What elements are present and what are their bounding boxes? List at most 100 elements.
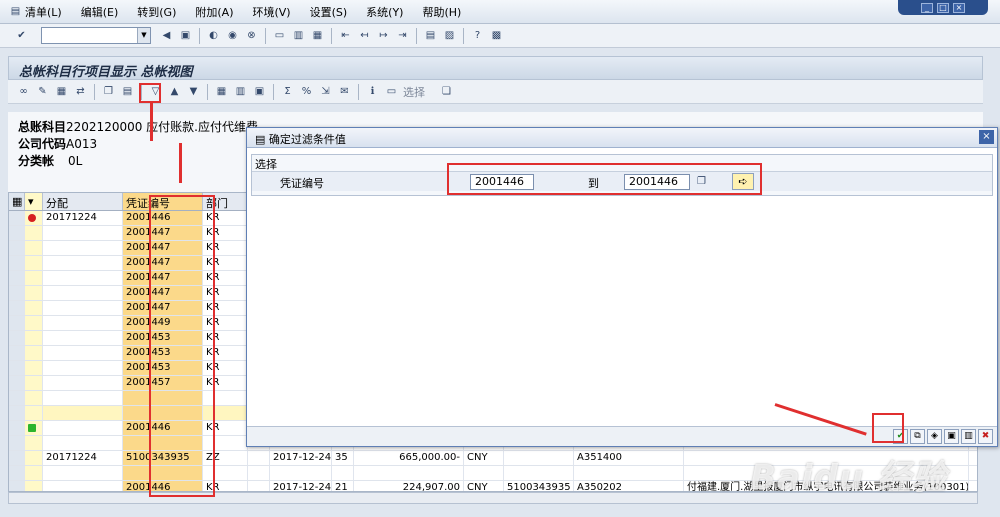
cell-allocation (43, 376, 123, 390)
cell-allocation: 20171224 (43, 211, 123, 225)
table-icon[interactable]: ▦ (214, 84, 229, 99)
dialog-icon: ▤ (255, 133, 269, 146)
copy-icon[interactable]: ❐ (101, 84, 116, 99)
menu-system[interactable]: 系统(Y) (366, 4, 403, 20)
cell-allocation (43, 331, 123, 345)
cell-amount (354, 466, 464, 480)
company-value: A013 (66, 137, 98, 151)
last-page-icon[interactable]: ⇥ (395, 28, 410, 43)
menu-edit[interactable]: 编辑(E) (81, 4, 119, 20)
row-selector[interactable] (9, 376, 25, 390)
row-selector[interactable] (9, 316, 25, 330)
menu-extras[interactable]: 附加(A) (195, 4, 233, 20)
enter-icon[interactable]: ✔ (14, 28, 29, 43)
shortcut-icon[interactable]: ▨ (442, 28, 457, 43)
row-selector[interactable] (9, 481, 25, 491)
row-selector[interactable] (9, 436, 25, 450)
row-selector[interactable] (9, 361, 25, 375)
book-icon[interactable]: ❏ (439, 84, 454, 99)
exit-icon[interactable]: ◉ (225, 28, 240, 43)
status-indicator (25, 436, 43, 450)
select-all-icon[interactable]: ▦ (9, 193, 25, 210)
standard-toolbar: ✔ ▼ ◀ ▣ ◐ ◉ ⊗ ▭ ▥ ▦ ⇤ ↤ ↦ ⇥ ▤ ▨ ? ▩ (0, 24, 1000, 48)
columns-icon[interactable]: ▥ (233, 84, 248, 99)
cell-posting-key: 35 (332, 451, 354, 465)
row-selector[interactable] (9, 226, 25, 240)
cell-allocation (43, 466, 123, 480)
find-next-icon[interactable]: ▦ (310, 28, 325, 43)
print-icon[interactable]: ▭ (272, 28, 287, 43)
status-indicator (25, 316, 43, 330)
minimize-icon[interactable]: _ (921, 2, 933, 13)
cancel-icon[interactable]: ⊗ (244, 28, 259, 43)
cell-allocation (43, 286, 123, 300)
document-icon[interactable]: ▤ (120, 84, 135, 99)
menu-list[interactable]: 清单(L) (25, 4, 62, 20)
command-field[interactable]: ▼ (41, 27, 151, 44)
first-page-icon[interactable]: ⇤ (338, 28, 353, 43)
row-selector[interactable] (9, 301, 25, 315)
save-variant-icon[interactable]: ▣ (944, 429, 959, 444)
delete-icon[interactable]: ▥ (961, 429, 976, 444)
export-icon[interactable]: ⇲ (318, 84, 333, 99)
subtotal-icon[interactable]: % (299, 84, 314, 99)
back-icon[interactable]: ◀ (159, 28, 174, 43)
cell-amount: 665,000.00- (354, 451, 464, 465)
save-icon[interactable]: ▣ (178, 28, 193, 43)
cancel-icon[interactable]: ✖ (978, 429, 993, 444)
row-selector[interactable] (9, 331, 25, 345)
back-circle-icon[interactable]: ◐ (206, 28, 221, 43)
cell-posting-key: 21 (332, 481, 354, 491)
dialog-close-icon[interactable]: × (979, 130, 994, 144)
status-indicator (25, 331, 43, 345)
highlight-confirm-button (872, 413, 904, 443)
pencil-icon[interactable]: ✎ (35, 84, 50, 99)
menu-help[interactable]: 帮助(H) (422, 4, 461, 20)
row-selector[interactable] (9, 346, 25, 360)
row-selector[interactable] (9, 211, 25, 225)
row-selector[interactable] (9, 466, 25, 480)
options-icon[interactable]: ◈ (927, 429, 942, 444)
row-selector[interactable] (9, 271, 25, 285)
sum-icon[interactable]: Σ (280, 84, 295, 99)
cell-account: A350202 (574, 481, 684, 491)
cell-allocation (43, 271, 123, 285)
layout-icon[interactable]: ▩ (489, 28, 504, 43)
cell-currency: CNY (464, 481, 504, 491)
menu-environment[interactable]: 环境(V) (252, 4, 290, 20)
row-selector[interactable] (9, 256, 25, 270)
row-selector[interactable] (9, 241, 25, 255)
row-selector[interactable] (9, 406, 25, 420)
cell-allocation (43, 316, 123, 330)
row-selector[interactable] (9, 421, 25, 435)
find-icon[interactable]: ▥ (291, 28, 306, 43)
cell-allocation (43, 481, 123, 491)
check-icon[interactable]: ⧉ (910, 429, 925, 444)
glasses-icon[interactable]: ∞ (16, 84, 31, 99)
column-allocation[interactable]: 分配 (43, 193, 123, 210)
next-page-icon[interactable]: ↦ (376, 28, 391, 43)
menu-settings[interactable]: 设置(S) (310, 4, 348, 20)
sort-descending-icon[interactable]: ▼ (186, 84, 201, 99)
menu-goto[interactable]: 转到(G) (137, 4, 176, 20)
sort-ascending-icon[interactable]: ▲ (167, 84, 182, 99)
row-selector[interactable] (9, 451, 25, 465)
mail-icon[interactable]: ✉ (337, 84, 352, 99)
maximize-icon[interactable]: □ (937, 2, 949, 13)
help-icon[interactable]: ? (470, 28, 485, 43)
indicator-column[interactable]: ▾ (25, 193, 43, 210)
menu-icon[interactable]: ▤ (8, 4, 23, 19)
select-icon[interactable]: ▭ (384, 84, 399, 99)
new-session-icon[interactable]: ▤ (423, 28, 438, 43)
prev-page-icon[interactable]: ↤ (357, 28, 372, 43)
row-selector[interactable] (9, 286, 25, 300)
info-icon[interactable]: ℹ (365, 84, 380, 99)
layout-select-icon[interactable]: ▣ (252, 84, 267, 99)
row-selector[interactable] (9, 391, 25, 405)
grid-icon[interactable]: ▦ (54, 84, 69, 99)
transfer-icon[interactable]: ⇄ (73, 84, 88, 99)
select-label[interactable]: 选择 (403, 84, 425, 100)
watermark: Baidu 经验 (750, 458, 947, 498)
close-icon[interactable]: × (953, 2, 965, 13)
chevron-down-icon[interactable]: ▼ (137, 28, 150, 43)
